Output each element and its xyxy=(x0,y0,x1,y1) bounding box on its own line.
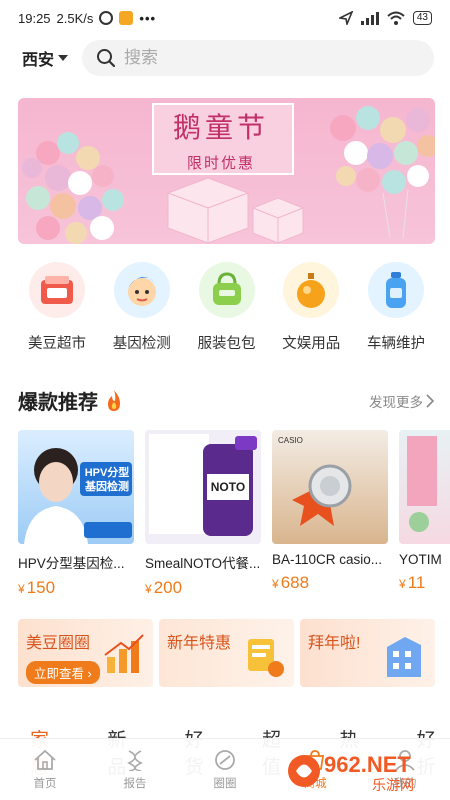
watermark-text: 962.NET xyxy=(324,752,411,777)
discover-more-link[interactable]: 发现更多 xyxy=(369,391,434,411)
product-image: NOTO xyxy=(145,430,261,544)
category-clothing-bags[interactable]: 服装包包 xyxy=(188,262,266,353)
product-card[interactable]: HPV分型基因检测 HPV分型基因检... ¥150 xyxy=(18,430,134,598)
product-price: ¥11 xyxy=(399,573,450,593)
app-notification-icon xyxy=(119,11,134,25)
nav-home[interactable]: 首页 xyxy=(0,739,90,800)
category-label: 美豆超市 xyxy=(28,336,86,352)
price-value: 688 xyxy=(280,573,310,592)
report-icon xyxy=(127,749,143,771)
product-image-text: NOTO xyxy=(210,480,246,494)
product-price: ¥688 xyxy=(272,573,388,593)
search-icon xyxy=(97,49,116,68)
product-image: HPV分型基因检测 xyxy=(18,430,134,544)
product-price: ¥200 xyxy=(145,578,261,598)
currency-symbol: ¥ xyxy=(18,582,25,596)
circle-icon xyxy=(215,749,235,770)
watermark-logo: 962.NET 乐游网 xyxy=(288,752,414,794)
watermark-subtext: 乐游网 xyxy=(372,778,414,794)
fire-icon xyxy=(108,389,120,411)
price-value: 200 xyxy=(153,578,183,597)
promo-card-meidou[interactable]: 美豆圈圈 立即查看 › xyxy=(18,619,153,687)
more-label: 发现更多 xyxy=(369,395,423,410)
currency-symbol: ¥ xyxy=(272,577,279,591)
bag-icon xyxy=(198,262,255,318)
product-name: HPV分型基因检... xyxy=(18,556,125,571)
home-icon xyxy=(34,749,56,770)
nav-label: 首页 xyxy=(33,777,57,790)
supermarket-icon xyxy=(29,262,85,318)
city-label: 西安 xyxy=(22,52,55,69)
gene-test-icon xyxy=(113,262,170,318)
banner-text: 鹅童节 限时优惠 xyxy=(146,106,296,173)
status-time: 19:25 xyxy=(18,10,51,26)
battery-icon: 43 xyxy=(412,11,432,25)
price-value: 11 xyxy=(407,573,426,592)
promo-banner[interactable]: 鹅童节 限时优惠 xyxy=(18,98,435,244)
city-selector[interactable]: 西安 xyxy=(22,46,69,70)
product-image-text: CASIO xyxy=(278,436,303,445)
product-name: YOTIM xyxy=(399,552,442,567)
product-price: ¥150 xyxy=(18,578,134,598)
product-card[interactable]: YOTIM ¥11 xyxy=(399,430,450,593)
product-name: SmealNOTO代餐... xyxy=(145,556,261,571)
category-supermarket[interactable]: 美豆超市 xyxy=(18,262,96,353)
banner-title: 鹅童节 xyxy=(172,111,269,144)
bottle-icon xyxy=(368,262,424,318)
category-vehicle-maintenance[interactable]: 车辆维护 xyxy=(357,262,435,353)
category-label: 基因检测 xyxy=(112,336,171,352)
nav-circle[interactable]: 圈圈 xyxy=(180,739,270,800)
status-bar: 19:25 2.5K/s ••• 43 xyxy=(0,0,450,36)
promo-card-new-year[interactable]: 新年特惠 xyxy=(159,619,294,687)
price-value: 150 xyxy=(26,578,56,597)
location-icon xyxy=(338,11,353,25)
gift-board-icon xyxy=(248,639,284,677)
view-now-button[interactable]: 立即查看 › xyxy=(26,661,100,684)
wifi-icon xyxy=(387,11,405,25)
chevron-down-icon xyxy=(58,55,69,61)
promo-card-new-year-greetings[interactable]: 拜年啦! xyxy=(300,619,435,687)
category-entertainment[interactable]: 文娱用品 xyxy=(272,262,350,353)
view-now-label: 立即查看 xyxy=(34,667,85,681)
product-image-text: HPV分型基因检测 xyxy=(84,467,130,493)
nav-label: 报告 xyxy=(123,777,147,790)
banner-subtitle: 限时优惠 xyxy=(186,155,255,172)
section-title: 爆款推荐 xyxy=(18,392,98,414)
nav-label: 圈圈 xyxy=(213,777,237,790)
category-gene-test[interactable]: 基因检测 xyxy=(103,262,181,353)
search-bar[interactable] xyxy=(82,40,434,76)
currency-symbol: ¥ xyxy=(145,582,152,596)
category-grid: 美豆超市 基因检测 服装包包 文娱用品 车辆维护 xyxy=(18,262,435,353)
category-label: 文娱用品 xyxy=(282,336,341,352)
search-input[interactable] xyxy=(124,48,404,68)
signal-icon xyxy=(360,11,379,25)
promo-strip: 美豆圈圈 立即查看 › 新年特惠 拜年啦! xyxy=(18,619,435,687)
category-label: 车辆维护 xyxy=(367,336,425,352)
product-card[interactable]: CASIO BA-110CR casio... ¥688 xyxy=(272,430,388,593)
alarm-icon xyxy=(99,11,114,25)
nav-report[interactable]: 报告 xyxy=(90,739,180,800)
currency-symbol: ¥ xyxy=(399,577,406,591)
chart-illustration-icon xyxy=(104,634,144,673)
product-card[interactable]: NOTO SmealNOTO代餐... ¥200 xyxy=(145,430,261,598)
product-carousel[interactable]: HPV分型基因检测 HPV分型基因检... ¥150 NOTO SmealNOT… xyxy=(18,430,450,600)
product-image: CASIO xyxy=(272,430,388,544)
category-label: 服装包包 xyxy=(197,336,256,352)
chevron-right-icon xyxy=(426,394,434,408)
more-notifications-icon: ••• xyxy=(139,10,157,26)
product-image xyxy=(399,430,450,544)
building-icon xyxy=(387,637,421,677)
network-speed: 2.5K/s xyxy=(56,10,94,26)
hot-section-header: 爆款推荐 xyxy=(18,386,124,415)
perfume-icon xyxy=(283,262,340,318)
watermark: 962.NET 乐游网 xyxy=(284,748,444,794)
product-name: BA-110CR casio... xyxy=(272,552,383,567)
top-bar: 西安 xyxy=(0,40,450,76)
